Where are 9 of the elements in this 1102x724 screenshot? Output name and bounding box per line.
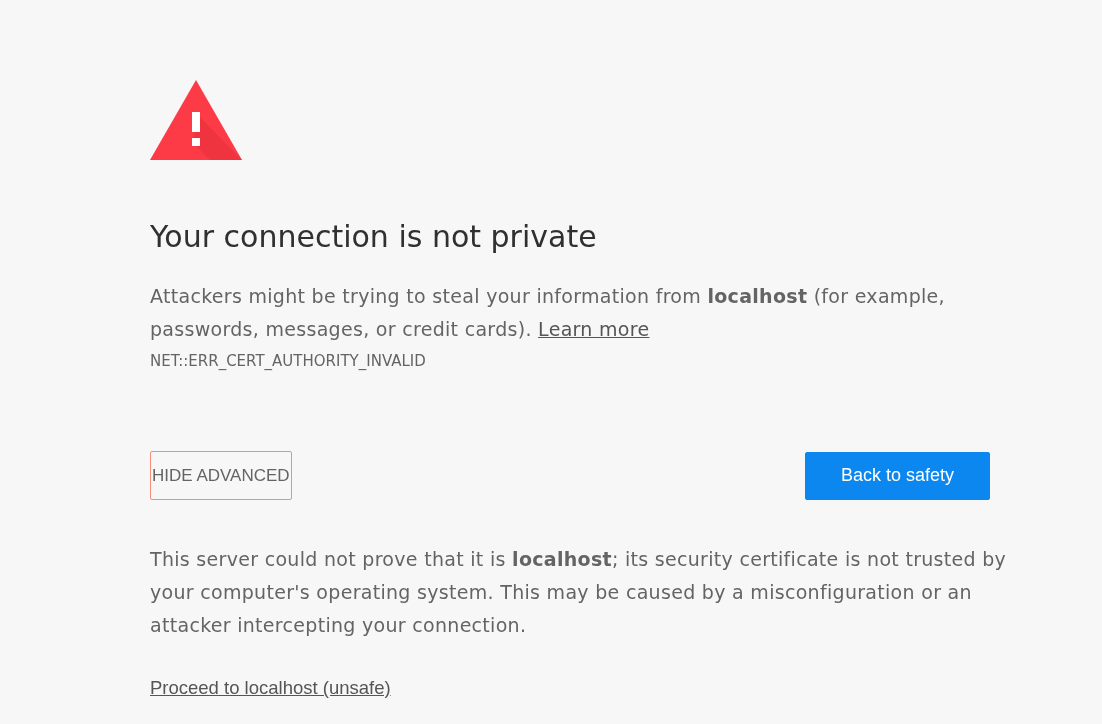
details-text: This server could not prove that it is localhost; its security certificate is not trusted by your computer's operating system. This may be caused by a misconfiguration or an attacker intercepting your connection.: [150, 547, 1008, 638]
warning-message: Attackers might be trying to steal your information from localhost (for example, passwords, messages, or credit cards). Learn more: [150, 284, 946, 342]
proceed-link[interactable]: Proceed to localhost (unsafe): [150, 676, 391, 700]
page-title: Your connection is not private: [150, 218, 597, 256]
back-button[interactable]: Back to safety: [805, 451, 990, 500]
learn-more-link[interactable]: Learn more: [538, 318, 650, 340]
error-code: NET::ERR_CERT_AUTHORITY_INVALID: [150, 351, 426, 372]
warning-icon: [150, 80, 242, 160]
advanced-toggle-button[interactable]: HIDE ADVANCED: [150, 451, 292, 500]
